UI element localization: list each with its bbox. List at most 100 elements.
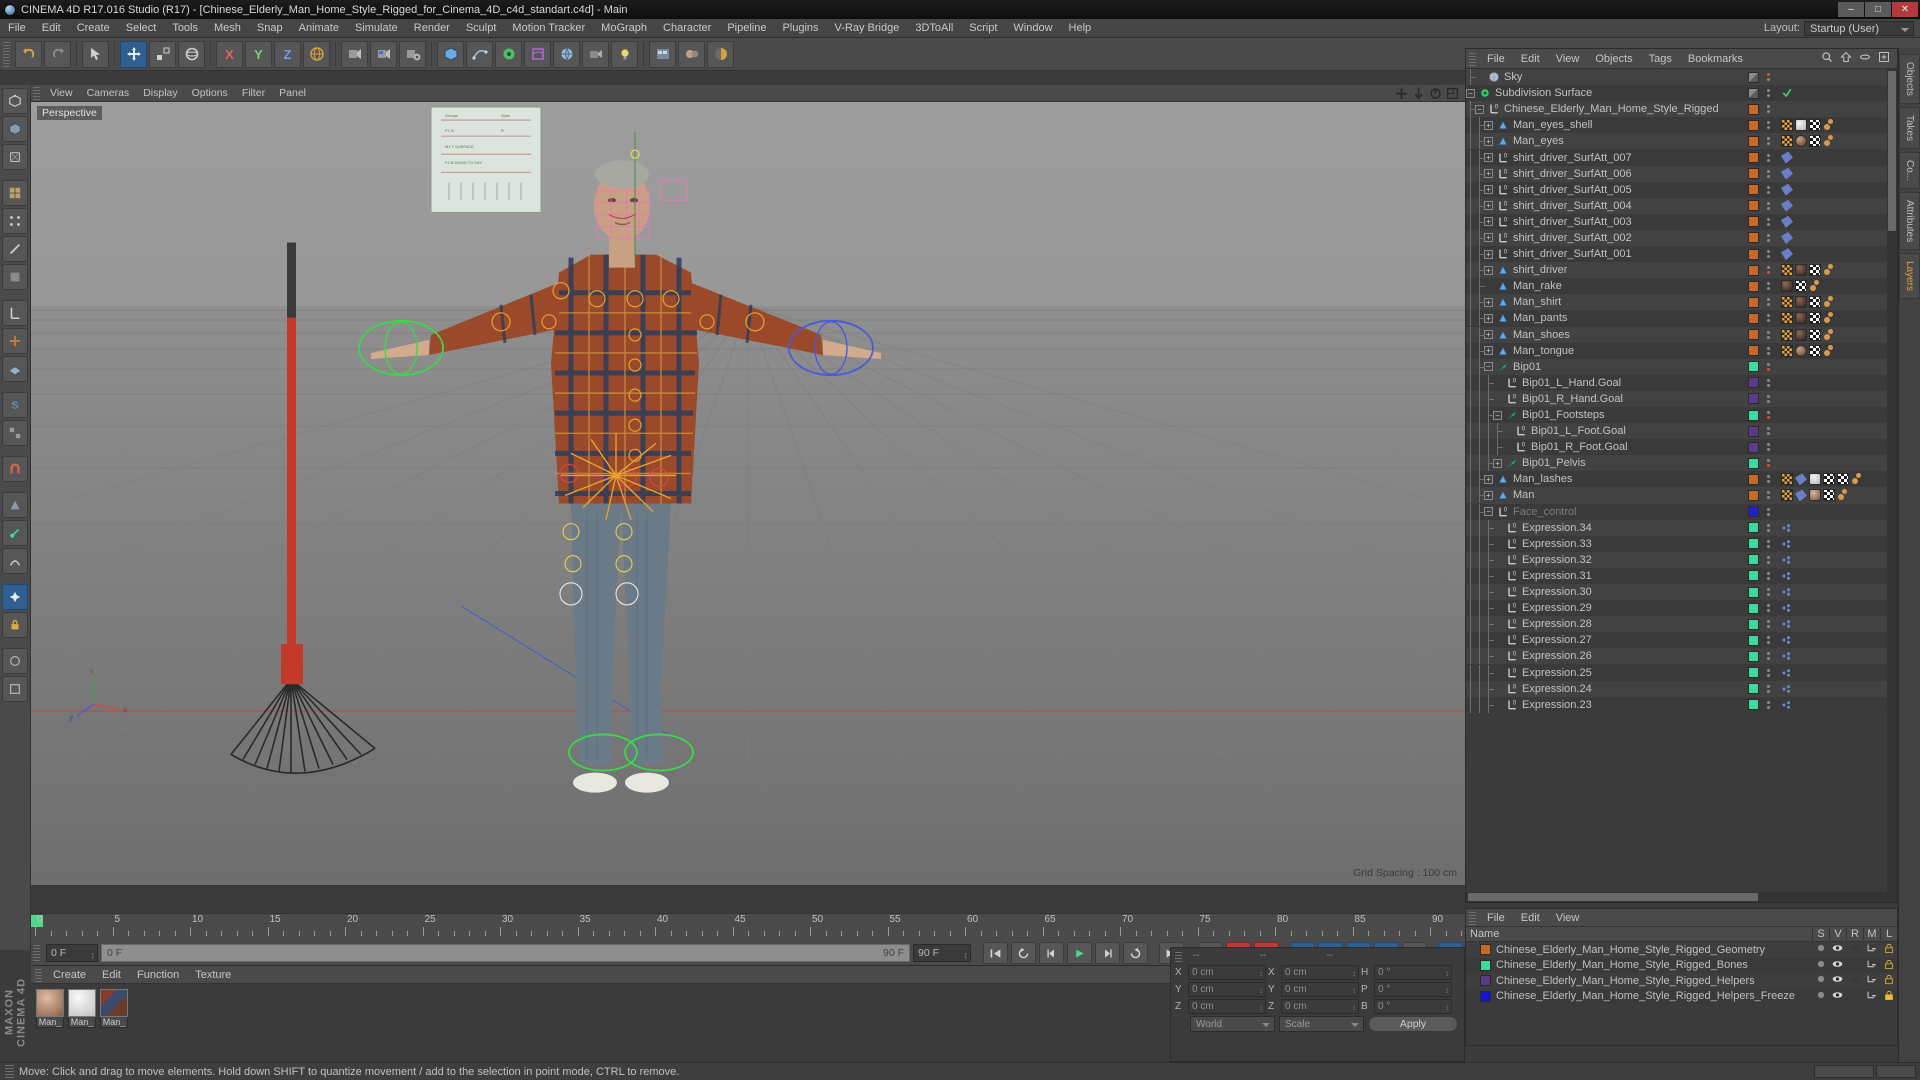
tool-axis-lock[interactable] [2,300,28,326]
tag-sel-icon[interactable] [1781,344,1793,357]
layer-color-swatch[interactable] [1748,329,1759,341]
lock-toggle-icon[interactable] [1880,990,1897,1003]
tag-dark-icon[interactable] [1795,312,1807,325]
material-menu-function[interactable]: Function [129,965,187,985]
expand-collapse-plus-icon[interactable]: + [1484,265,1493,275]
layer-color-swatch[interactable] [1748,168,1759,180]
visibility-editor-dot[interactable] [1767,539,1770,543]
add-spline-button[interactable] [466,40,493,68]
add-environment-button[interactable] [553,40,580,68]
pan-view-icon[interactable] [1395,87,1408,100]
expand-collapse-plus-icon[interactable]: + [1484,153,1493,163]
visibility-render-dot[interactable] [1767,512,1770,516]
tag-sel-icon[interactable] [1781,135,1793,148]
layer-color-swatch[interactable] [1748,667,1759,679]
visibility-render-dot[interactable] [1767,367,1770,371]
tag-dots-icon[interactable] [1823,135,1835,147]
visibility-render-dot[interactable] [1767,528,1770,532]
world-object-coordinates-button[interactable] [303,40,330,68]
layout-dropdown[interactable]: Startup (User) [1804,20,1914,36]
layer-color-swatch[interactable] [1748,538,1759,550]
visibility-toggle-icon[interactable] [1829,943,1846,956]
tag-xpresso-icon[interactable] [1781,634,1793,646]
visibility-render-dot[interactable] [1767,110,1770,114]
add-deformer-button[interactable] [524,40,551,68]
layer-row[interactable]: Chinese_Elderly_Man_Home_Style_Rigged_He… [1466,988,1897,1004]
visibility-toggle-icon[interactable] [1829,990,1846,1003]
menu-render[interactable]: Render [406,19,458,38]
menu-edit[interactable]: Edit [34,19,69,38]
play-button[interactable] [1067,942,1092,964]
visibility-editor-dot[interactable] [1767,266,1770,270]
visibility-editor-dot[interactable] [1767,105,1770,109]
visibility-render-dot[interactable] [1767,303,1770,307]
expand-collapse-plus-icon[interactable]: + [1484,346,1493,356]
tool-magnet[interactable] [2,456,28,482]
visibility-editor-dot[interactable] [1767,459,1770,463]
tool-quantize[interactable] [2,420,28,446]
menu-snap[interactable]: Snap [249,19,291,38]
visibility-editor-dot[interactable] [1767,169,1770,173]
object-row[interactable]: + Man_pants [1466,310,1897,327]
layer-color-swatch[interactable] [1748,71,1759,83]
tag-sel-icon[interactable] [1781,264,1793,277]
visibility-render-dot[interactable] [1767,399,1770,403]
visibility-editor-dot[interactable] [1767,89,1770,93]
tag-checker-icon[interactable] [1809,344,1821,357]
visibility-render-dot[interactable] [1767,625,1770,629]
tag-glass-icon[interactable] [1795,119,1807,132]
rot-h-field[interactable]: 0 ° [1374,965,1452,981]
close-button[interactable]: ✕ [1892,2,1918,17]
menu-script[interactable]: Script [961,19,1005,38]
expand-collapse-plus-icon[interactable]: + [1484,169,1493,179]
object-menu-view[interactable]: View [1548,49,1588,69]
material-item[interactable]: Man_ [68,989,96,1028]
tool-workplane[interactable] [2,356,28,382]
object-menu-edit[interactable]: Edit [1513,49,1548,69]
material-menu-texture[interactable]: Texture [187,965,239,985]
render-toggle-icon[interactable] [1846,974,1863,987]
visibility-editor-dot[interactable] [1767,362,1770,366]
tag-checker-icon[interactable] [1795,280,1807,293]
pos-y-field[interactable]: 0 cm [1188,982,1266,998]
object-tree-scrollbar-horizontal[interactable] [1466,892,1897,902]
undo-button[interactable] [15,40,42,68]
tool-extra-2[interactable] [2,676,28,702]
layer-color-swatch[interactable] [1748,135,1759,147]
material-menu-edit[interactable]: Edit [94,965,129,985]
visibility-editor-dot[interactable] [1767,604,1770,608]
visibility-render-dot[interactable] [1767,705,1770,709]
timeline-ruler[interactable]: 0 5 10 15 20 25 30 35 40 45 50 55 60 65 70 75 80 85 90 [31,914,1465,940]
menu-motion-tracker[interactable]: Motion Tracker [504,19,593,38]
timeline-grip[interactable] [33,945,40,961]
layer-color-swatch[interactable] [1748,683,1759,695]
object-row[interactable]: 0 Expression.29 [1466,600,1897,617]
tool-enable-axis[interactable] [2,328,28,354]
solo-toggle-icon[interactable] [1812,974,1829,987]
object-row[interactable]: Man_rake [1466,278,1897,295]
material-item[interactable]: Man_ [100,989,128,1028]
tag-dots-icon[interactable] [1823,264,1835,276]
object-tree[interactable]: Sky − Subdivision Surface − 0 Chinese_Elderly… [1466,69,1897,892]
visibility-editor-dot[interactable] [1767,700,1770,704]
visibility-editor-dot[interactable] [1767,571,1770,575]
layer-color-swatch[interactable] [1748,457,1759,469]
expand-collapse-plus-icon[interactable]: + [1484,474,1493,484]
visibility-render-dot[interactable] [1767,448,1770,452]
visibility-render-dot[interactable] [1767,560,1770,564]
object-row[interactable]: + shirt_driver [1466,262,1897,279]
layer-color-swatch[interactable] [1748,103,1759,115]
layer-color-swatch[interactable] [1748,409,1759,421]
visibility-render-dot[interactable] [1767,174,1770,178]
menu-character[interactable]: Character [655,19,719,38]
layer-color-swatch[interactable] [1480,975,1491,987]
tag-blue-icon[interactable] [1781,167,1793,180]
layer-row[interactable]: Chinese_Elderly_Man_Home_Style_Rigged_Bo… [1466,957,1897,973]
rot-p-field[interactable]: 0 ° [1374,982,1452,998]
material-item[interactable]: Man_ [36,989,64,1028]
tool-object-mode[interactable] [2,144,28,170]
tag-dark-icon[interactable] [1795,264,1807,277]
toolbar-grip[interactable] [3,41,10,67]
current-frame-field[interactable]: 0 F [46,944,98,964]
visibility-render-dot[interactable] [1767,641,1770,645]
